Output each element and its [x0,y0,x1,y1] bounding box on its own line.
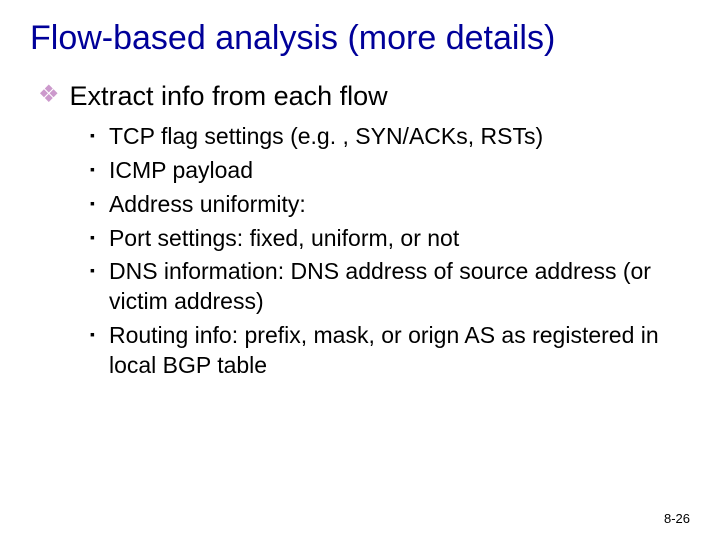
level2-text: Port settings: fixed, uniform, or not [109,224,459,254]
list-item: ▪ ICMP payload [90,156,690,186]
level2-text: DNS information: DNS address of source a… [109,257,690,317]
level2-text: Address uniformity: [109,190,306,220]
level1-text: Extract info from each flow [70,79,388,114]
bullet-level1: ❖ Extract info from each flow [38,79,690,114]
square-bullet-icon: ▪ [90,257,95,284]
square-bullet-icon: ▪ [90,156,95,183]
bullet-level2-list: ▪ TCP flag settings (e.g. , SYN/ACKs, RS… [90,122,690,381]
list-item: ▪ DNS information: DNS address of source… [90,257,690,317]
square-bullet-icon: ▪ [90,190,95,217]
list-item: ▪ Routing info: prefix, mask, or orign A… [90,321,690,381]
slide-container: Flow-based analysis (more details) ❖ Ext… [0,0,720,540]
list-item: ▪ TCP flag settings (e.g. , SYN/ACKs, RS… [90,122,690,152]
page-number: 8-26 [664,511,690,526]
square-bullet-icon: ▪ [90,122,95,149]
level2-text: TCP flag settings (e.g. , SYN/ACKs, RSTs… [109,122,543,152]
diamond-bullet-icon: ❖ [38,79,60,110]
square-bullet-icon: ▪ [90,321,95,348]
level2-text: Routing info: prefix, mask, or orign AS … [109,321,690,381]
level2-text: ICMP payload [109,156,253,186]
slide-title: Flow-based analysis (more details) [30,18,690,59]
square-bullet-icon: ▪ [90,224,95,251]
list-item: ▪ Address uniformity: [90,190,690,220]
list-item: ▪ Port settings: fixed, uniform, or not [90,224,690,254]
